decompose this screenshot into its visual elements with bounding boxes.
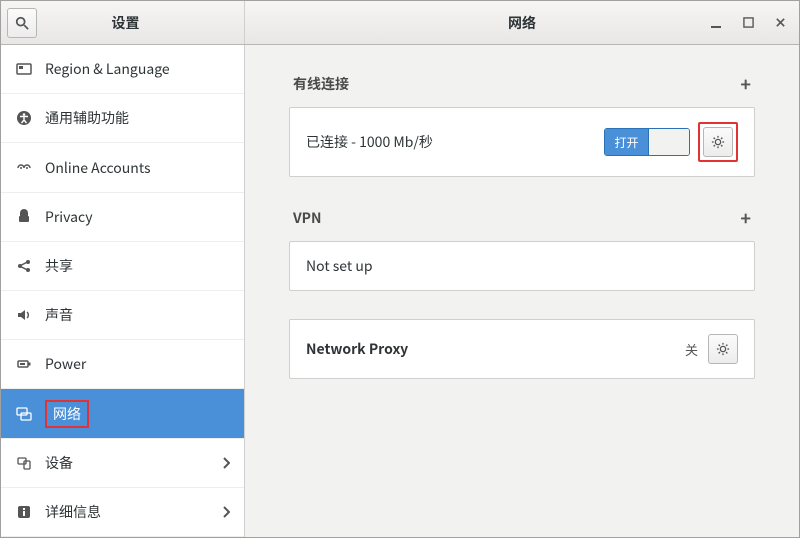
- sidebar-item-label: 设备: [45, 453, 210, 473]
- sidebar-item-details[interactable]: 详细信息: [1, 488, 244, 537]
- gear-icon: [716, 342, 730, 356]
- minimize-button[interactable]: [709, 16, 723, 30]
- maximize-button[interactable]: [741, 16, 755, 30]
- vpn-title: VPN: [293, 208, 322, 228]
- proxy-card: Network Proxy 关: [289, 319, 755, 379]
- vpn-add-button[interactable]: +: [740, 205, 751, 231]
- sidebar-item-label: Power: [45, 354, 230, 374]
- header-right: 网络: [245, 1, 799, 44]
- sidebar-item-label: Online Accounts: [45, 158, 230, 178]
- wired-add-button[interactable]: +: [740, 71, 751, 97]
- vpn-status-text: Not set up: [306, 256, 738, 276]
- header-bar: 设置 网络: [1, 1, 799, 45]
- share-icon: [15, 257, 33, 275]
- page-title: 网络: [508, 13, 536, 33]
- vpn-section-header: VPN +: [289, 205, 755, 231]
- wired-title: 有线连接: [293, 74, 349, 94]
- toggle-off-region: [649, 129, 689, 155]
- content-pane: 有线连接 + 已连接 - 1000 Mb/秒 打开: [245, 45, 799, 537]
- search-icon: [15, 16, 29, 30]
- sidebar-item-label: Privacy: [45, 207, 230, 227]
- accessibility-icon: [15, 109, 33, 127]
- wired-toggle[interactable]: 打开: [604, 128, 690, 156]
- proxy-status-text: 关: [685, 340, 698, 359]
- sidebar-item-label: 声音: [45, 305, 230, 325]
- power-icon: [15, 355, 33, 373]
- search-button[interactable]: [7, 8, 37, 38]
- online-accounts-icon: [15, 159, 33, 177]
- sidebar-item-label: 通用辅助功能: [45, 108, 230, 128]
- sidebar-item-label: 网络: [53, 404, 81, 424]
- info-icon: [15, 503, 33, 521]
- sidebar-item-region-language[interactable]: Region & Language: [1, 45, 244, 94]
- close-button[interactable]: [773, 16, 787, 30]
- sidebar-item-highlight: 网络: [45, 400, 89, 428]
- sidebar: Region & Language 通用辅助功能 Online Accounts…: [1, 45, 245, 537]
- sidebar-item-devices[interactable]: 设备: [1, 439, 244, 488]
- settings-window: 设置 网络 Region: [0, 0, 800, 538]
- sidebar-item-label: Region & Language: [45, 59, 230, 79]
- sidebar-item-network[interactable]: 网络: [1, 389, 244, 438]
- network-icon: [15, 405, 33, 423]
- header-left: 设置: [1, 1, 245, 44]
- wired-connection-card: 已连接 - 1000 Mb/秒 打开: [289, 107, 755, 177]
- sidebar-item-label: 共享: [45, 256, 230, 276]
- sidebar-item-label: 详细信息: [45, 502, 210, 522]
- proxy-title: Network Proxy: [306, 339, 685, 359]
- gear-icon: [711, 135, 725, 149]
- sidebar-item-online-accounts[interactable]: Online Accounts: [1, 143, 244, 192]
- sidebar-item-power[interactable]: Power: [1, 340, 244, 389]
- vpn-card: Not set up: [289, 241, 755, 291]
- chevron-right-icon: [222, 457, 230, 469]
- wired-settings-button[interactable]: [703, 127, 733, 157]
- devices-icon: [15, 454, 33, 472]
- privacy-icon: [15, 208, 33, 226]
- sidebar-item-privacy[interactable]: Privacy: [1, 193, 244, 242]
- sidebar-item-sound[interactable]: 声音: [1, 291, 244, 340]
- region-icon: [15, 60, 33, 78]
- wired-section-header: 有线连接 +: [289, 71, 755, 97]
- proxy-settings-button[interactable]: [708, 334, 738, 364]
- settings-title: 设置: [37, 13, 214, 33]
- toggle-on-label: 打开: [605, 129, 649, 155]
- body: Region & Language 通用辅助功能 Online Accounts…: [1, 45, 799, 537]
- window-controls: [709, 1, 793, 44]
- sidebar-item-accessibility[interactable]: 通用辅助功能: [1, 94, 244, 143]
- wired-settings-highlight: [698, 122, 738, 162]
- sidebar-item-sharing[interactable]: 共享: [1, 242, 244, 291]
- wired-status-text: 已连接 - 1000 Mb/秒: [306, 132, 604, 152]
- chevron-right-icon: [222, 506, 230, 518]
- sound-icon: [15, 306, 33, 324]
